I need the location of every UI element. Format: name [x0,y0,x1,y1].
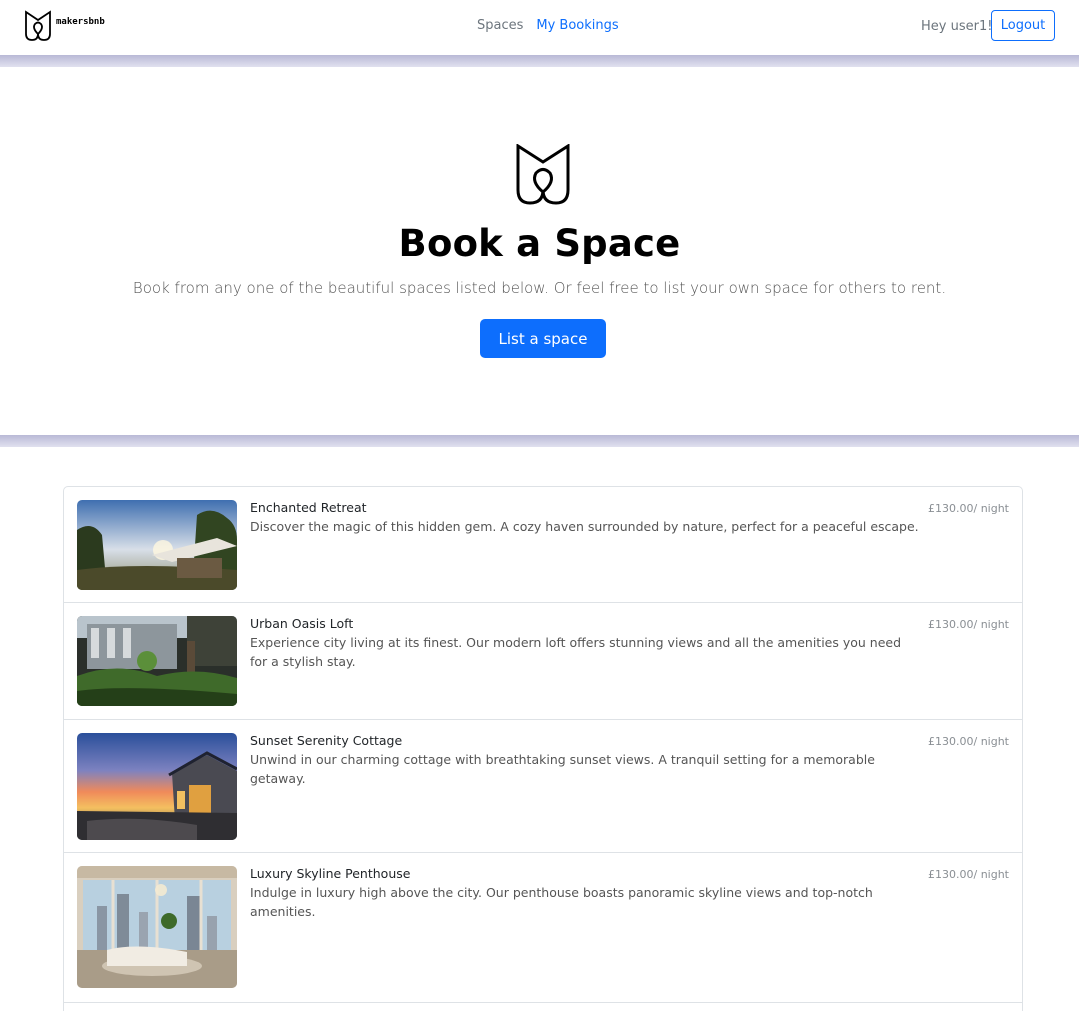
space-description: Unwind in our charming cottage with brea… [250,752,875,786]
divider-band [0,435,1079,447]
brand-name: makersbnb [56,17,105,27]
space-description: Discover the magic of this hidden gem. A… [250,519,919,534]
space-thumbnail[interactable] [77,500,237,590]
list-item[interactable]: Enchanted Retreat Discover the magic of … [64,487,1022,603]
space-title[interactable]: Enchanted Retreat [250,500,367,515]
space-price: £130.00/ night [928,618,1009,631]
divider-band [0,55,1079,67]
space-thumbnail[interactable] [77,866,237,988]
makersbnb-hero-logo-icon [516,144,570,205]
user-greeting: Hey user1! [921,19,993,34]
space-title[interactable]: Urban Oasis Loft [250,616,353,631]
page-title: Book a Space [398,222,681,265]
space-title[interactable]: Luxury Skyline Penthouse [250,866,410,881]
space-price: £130.00/ night [928,735,1009,748]
nav-link-spaces[interactable]: Spaces [477,18,523,33]
space-thumbnail[interactable] [77,616,237,706]
navbar: makersbnb Spaces My Bookings Hey user1! … [0,0,1079,55]
space-thumbnail[interactable] [77,733,237,840]
space-description: Indulge in luxury high above the city. O… [250,885,873,919]
list-item[interactable]: Luxury Skyline Penthouse Indulge in luxu… [64,853,1022,1003]
nav-link-my-bookings[interactable]: My Bookings [536,18,618,33]
hero-section: Book a Space Book from any one of the be… [0,67,1079,435]
space-price: £130.00/ night [928,868,1009,881]
hero-subtitle: Book from any one of the beautiful space… [132,279,947,297]
nav-links: Spaces My Bookings [477,18,619,33]
space-image [77,616,237,706]
brand-logo[interactable]: makersbnb [24,10,105,42]
spaces-list: Enchanted Retreat Discover the magic of … [63,486,1023,1011]
space-image [77,866,237,988]
space-price: £130.00/ night [928,502,1009,515]
space-image [77,733,237,840]
list-item[interactable]: Sunset Serenity Cottage Unwind in our ch… [64,720,1022,853]
space-title[interactable]: Sunset Serenity Cottage [250,733,402,748]
space-description: Experience city living at its finest. Ou… [250,635,902,669]
space-image [77,500,237,590]
list-item[interactable]: Urban Oasis Loft Experience city living … [64,603,1022,720]
list-space-button[interactable]: List a space [480,319,606,358]
makersbnb-logo-icon [25,10,51,41]
logout-button[interactable]: Logout [991,10,1055,41]
